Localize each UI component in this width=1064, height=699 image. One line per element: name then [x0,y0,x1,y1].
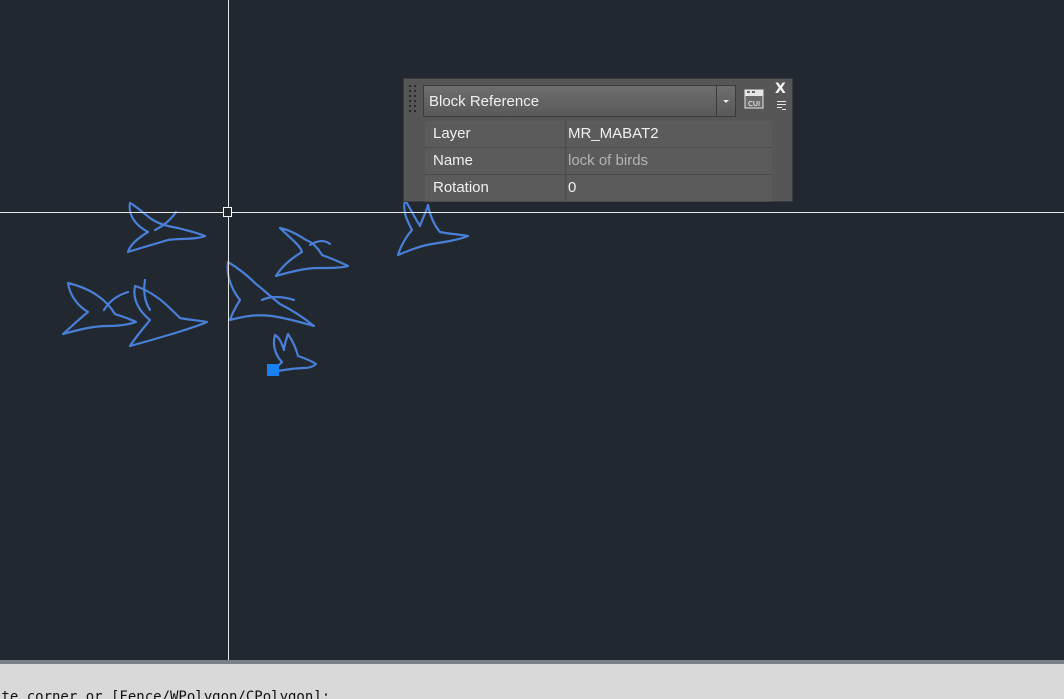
cursor-pickbox [223,207,232,217]
property-key: Rotation [425,175,566,201]
property-key: Layer [425,121,566,147]
property-row-name[interactable]: Name lock of birds [425,148,772,175]
block-insertion-grip[interactable] [267,364,279,376]
bird-2 [274,226,350,278]
property-value[interactable]: MR_MABAT2 [567,121,772,147]
palette-menu-icon[interactable] [777,101,787,111]
cui-label: CUI [748,100,760,108]
property-value: lock of birds [567,148,772,174]
bird-4 [61,281,138,336]
object-type-dropdown[interactable]: Block Reference [423,85,736,117]
bird-6 [226,260,316,328]
property-value[interactable]: 0 [567,175,772,201]
object-type-label: Block Reference [429,93,540,110]
command-prompt-text: ite corner or [Fence/WPolygon/CPolygon]: [0,689,331,699]
property-row-rotation[interactable]: Rotation 0 [425,175,772,202]
properties-table: Layer MR_MABAT2 Name lock of birds Rotat… [425,121,772,202]
command-line[interactable]: ite corner or [Fence/WPolygon/CPolygon]: [0,664,1064,699]
customize-cui-icon[interactable]: CUI [744,89,764,109]
palette-drag-handle[interactable] [408,83,420,117]
crosshair-horizontal [0,212,1064,213]
bird-3 [396,198,470,257]
bird-1 [126,201,207,254]
bird-5 [128,278,209,348]
property-row-layer[interactable]: Layer MR_MABAT2 [425,121,772,148]
crosshair-vertical [228,0,229,660]
drawing-canvas[interactable]: Block Reference CUI X Layer MR_MABAT2 Na… [0,0,1064,660]
close-icon[interactable]: X [775,81,786,97]
quick-properties-palette: Block Reference CUI X Layer MR_MABAT2 Na… [403,78,793,202]
chevron-down-icon[interactable] [716,86,735,116]
property-key: Name [425,148,566,174]
